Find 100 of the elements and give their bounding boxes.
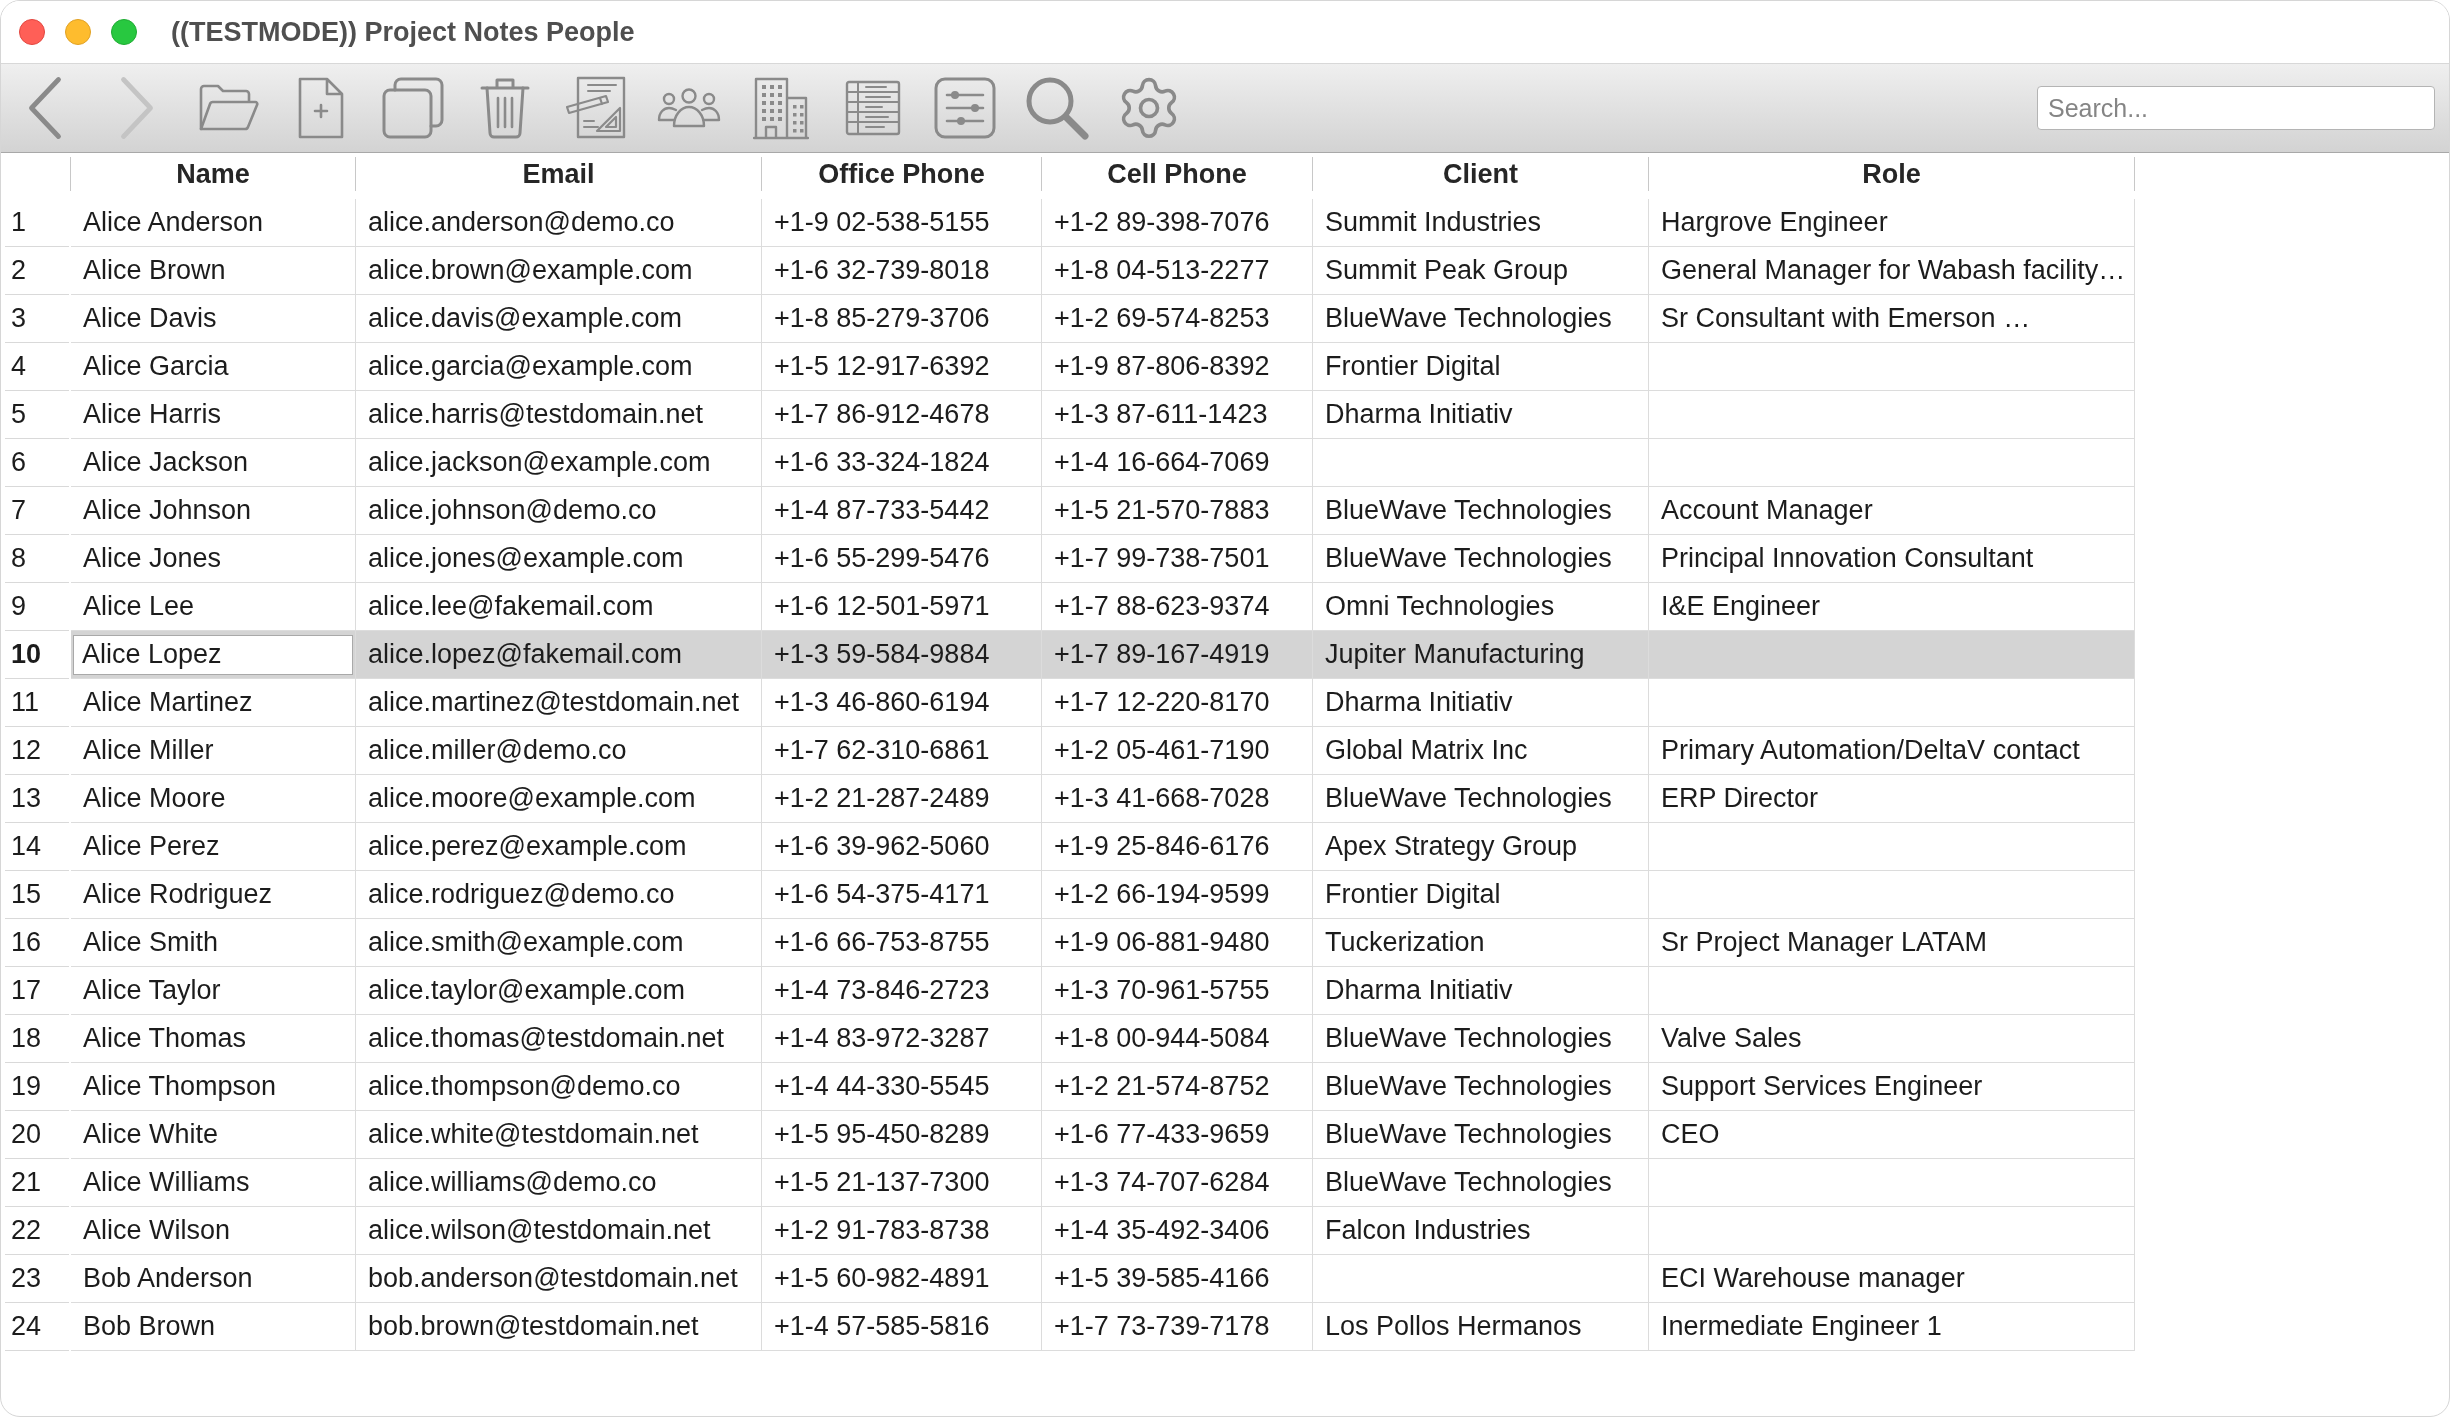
table-cell: alice.smith@example.com — [356, 919, 762, 966]
table-row[interactable]: Alice Martinez alice.martinez@testdomain.net +1-3 46-860-6194 +1-7 12-220-8170 Dharma Initiativ — [71, 679, 2135, 727]
row-number: 9 — [5, 583, 69, 631]
table-cell: Alice Johnson — [71, 487, 356, 534]
table-row[interactable]: Alice Johnson alice.johnson@demo.co +1-4 87-733-5442 +1-5 21-570-7883 BlueWave Technologies Account Manager — [71, 487, 2135, 535]
copy-icon — [381, 76, 445, 140]
row-number: 22 — [5, 1207, 69, 1255]
row-number: 19 — [5, 1063, 69, 1111]
row-number: 7 — [5, 487, 69, 535]
table-row[interactable]: Alice Taylor alice.taylor@example.com +1-4 73-846-2723 +1-3 70-961-5755 Dharma Initiativ — [71, 967, 2135, 1015]
table-cell: +1-8 00-944-5084 — [1042, 1015, 1313, 1062]
table-cell: +1-7 86-912-4678 — [762, 391, 1042, 438]
table-cell: alice.williams@demo.co — [356, 1159, 762, 1206]
table-row[interactable]: Alice Jackson alice.jackson@example.com +1-6 33-324-1824 +1-4 16-664-7069 — [71, 439, 2135, 487]
name-edit-field[interactable]: Alice Lopez — [73, 634, 353, 675]
table-row[interactable]: Bob Brown bob.brown@testdomain.net +1-4 57-585-5816 +1-7 73-739-7178 Los Pollos Hermanos Inermediate Engineer 1 — [71, 1303, 2135, 1351]
table-cell: +1-3 70-961-5755 — [1042, 967, 1313, 1014]
table-cell: alice.garcia@example.com — [356, 343, 762, 390]
table-cell: Alice Anderson — [71, 199, 356, 246]
table-cell: Alice Miller — [71, 727, 356, 774]
table-cell: +1-2 21-287-2489 — [762, 775, 1042, 822]
row-number: 16 — [5, 919, 69, 967]
table-cell: +1-7 99-738-7501 — [1042, 535, 1313, 582]
table-cell: +1-3 41-668-7028 — [1042, 775, 1313, 822]
table-cell: Alice Harris — [71, 391, 356, 438]
table-row[interactable]: Alice Moore alice.moore@example.com +1-2 21-287-2489 +1-3 41-668-7028 BlueWave Technologies ERP Director — [71, 775, 2135, 823]
table-cell: alice.davis@example.com — [356, 295, 762, 342]
chevron-left-icon — [27, 76, 63, 140]
table-row[interactable]: Alice Smith alice.smith@example.com +1-6 66-753-8755 +1-9 06-881-9480 Tuckerization Sr Project Manager LATAM — [71, 919, 2135, 967]
table-cell: Falcon Industries — [1313, 1207, 1649, 1254]
table-cell: +1-3 74-707-6284 — [1042, 1159, 1313, 1206]
people-icon — [657, 88, 721, 128]
table-cell: Alice Lee — [71, 583, 356, 630]
table-row[interactable]: Alice Davis alice.davis@example.com +1-8 85-279-3706 +1-2 69-574-8253 BlueWave Technologies Sr Consultant with Emerson … — [71, 295, 2135, 343]
table-row[interactable]: Alice Thompson alice.thompson@demo.co +1-4 44-330-5545 +1-2 21-574-8752 BlueWave Technologies Support Services Engineer — [71, 1063, 2135, 1111]
sliders-icon — [933, 76, 997, 140]
table-cell: Alice Jackson — [71, 439, 356, 486]
column-header[interactable]: Email — [356, 157, 762, 191]
table-cell: Inermediate Engineer 1 — [1649, 1303, 2135, 1350]
table-cell: +1-4 83-972-3287 — [762, 1015, 1042, 1062]
table-cell: +1-5 39-585-4166 — [1042, 1255, 1313, 1302]
table-cell: Principal Innovation Consultant — [1649, 535, 2135, 582]
zoom-button[interactable] — [111, 19, 137, 45]
table-row[interactable]: Alice Rodriguez alice.rodriguez@demo.co +1-6 54-375-4171 +1-2 66-194-9599 Frontier Digital — [71, 871, 2135, 919]
column-header[interactable]: Office Phone — [762, 157, 1042, 191]
table-cell: +1-4 87-733-5442 — [762, 487, 1042, 534]
table-cell: +1-2 66-194-9599 — [1042, 871, 1313, 918]
table-row[interactable]: Alice Williams alice.williams@demo.co +1-5 21-137-7300 +1-3 74-707-6284 BlueWave Technologies — [71, 1159, 2135, 1207]
table-cell: CEO — [1649, 1111, 2135, 1158]
table-row[interactable]: Alice White alice.white@testdomain.net +1-5 95-450-8289 +1-6 77-433-9659 BlueWave Technologies CEO — [71, 1111, 2135, 1159]
table-cell: Alice Jones — [71, 535, 356, 582]
table-cell: Alice Thompson — [71, 1063, 356, 1110]
table-cell: BlueWave Technologies — [1313, 1063, 1649, 1110]
column-header[interactable]: Role — [1649, 157, 2135, 191]
table-cell: Global Matrix Inc — [1313, 727, 1649, 774]
row-number: 4 — [5, 343, 69, 391]
table-row[interactable]: Alice Anderson alice.anderson@demo.co +1-9 02-538-5155 +1-2 89-398-7076 Summit Industries Hargrove Engineer — [71, 199, 2135, 247]
table-cell: +1-6 77-433-9659 — [1042, 1111, 1313, 1158]
table-row[interactable]: Alice Thomas alice.thomas@testdomain.net +1-4 83-972-3287 +1-8 00-944-5084 BlueWave Technologies Valve Sales — [71, 1015, 2135, 1063]
row-number: 1 — [5, 199, 69, 247]
row-number: 21 — [5, 1159, 69, 1207]
table-row[interactable]: Alice Jones alice.jones@example.com +1-6 55-299-5476 +1-7 99-738-7501 BlueWave Technologies Principal Innovation Consultant — [71, 535, 2135, 583]
table-cell: Alice Martinez — [71, 679, 356, 726]
row-number: 17 — [5, 967, 69, 1015]
table-row[interactable]: Alice Miller alice.miller@demo.co +1-7 62-310-6861 +1-2 05-461-7190 Global Matrix Inc Primary Automation/DeltaV contact — [71, 727, 2135, 775]
close-button[interactable] — [19, 19, 45, 45]
table-cell: +1-8 85-279-3706 — [762, 295, 1042, 342]
table-row[interactable]: Alice Lee alice.lee@fakemail.com +1-6 12-501-5971 +1-7 88-623-9374 Omni Technologies I&E Engineer — [71, 583, 2135, 631]
table-cell: Primary Automation/DeltaV contact — [1649, 727, 2135, 774]
table-row[interactable]: Alice Garcia alice.garcia@example.com +1-5 12-917-6392 +1-9 87-806-8392 Frontier Digital — [71, 343, 2135, 391]
search-field[interactable]: Search... — [2037, 86, 2435, 130]
table-cell: Account Manager — [1649, 487, 2135, 534]
table-cell: +1-2 21-574-8752 — [1042, 1063, 1313, 1110]
table-cell: +1-4 73-846-2723 — [762, 967, 1042, 1014]
row-number: 12 — [5, 727, 69, 775]
table-cell: BlueWave Technologies — [1313, 1015, 1649, 1062]
table-cell: General Manager for Wabash facility… — [1649, 247, 2135, 294]
table-cell: Valve Sales — [1649, 1015, 2135, 1062]
table-cell: Alice Williams — [71, 1159, 356, 1206]
table-cell: bob.anderson@testdomain.net — [356, 1255, 762, 1302]
table-cell: ECI Warehouse manager — [1649, 1255, 2135, 1302]
column-header[interactable]: Name — [71, 157, 356, 191]
table-row[interactable]: Alice Wilson alice.wilson@testdomain.net +1-2 91-783-8738 +1-4 35-492-3406 Falcon Industries — [71, 1207, 2135, 1255]
table-cell: +1-5 12-917-6392 — [762, 343, 1042, 390]
table-row[interactable]: Alice Harris alice.harris@testdomain.net +1-7 86-912-4678 +1-3 87-611-1423 Dharma Initiativ — [71, 391, 2135, 439]
table-cell: Dharma Initiativ — [1313, 967, 1649, 1014]
table-cell: alice.thompson@demo.co — [356, 1063, 762, 1110]
table-row[interactable]: Alice Lopez alice.lopez@fakemail.com +1-3 59-584-9884 +1-7 89-167-4919 Jupiter Manufacturing — [71, 631, 2135, 679]
table-cell: BlueWave Technologies — [1313, 535, 1649, 582]
row-number: 24 — [5, 1303, 69, 1351]
table-row[interactable]: Alice Perez alice.perez@example.com +1-6 39-962-5060 +1-9 25-846-6176 Apex Strategy Group — [71, 823, 2135, 871]
column-header[interactable]: Client — [1313, 157, 1649, 191]
table-row[interactable]: Bob Anderson bob.anderson@testdomain.net +1-5 60-982-4891 +1-5 39-585-4166 ECI Warehouse manager — [71, 1255, 2135, 1303]
table-cell: +1-6 33-324-1824 — [762, 439, 1042, 486]
table-cell: +1-6 12-501-5971 — [762, 583, 1042, 630]
table-row[interactable]: Alice Brown alice.brown@example.com +1-6 32-739-8018 +1-8 04-513-2277 Summit Peak Group General Manager for Wabash facility… — [71, 247, 2135, 295]
column-header[interactable]: Cell Phone — [1042, 157, 1313, 191]
minimize-button[interactable] — [65, 19, 91, 45]
table-cell: +1-4 44-330-5545 — [762, 1063, 1042, 1110]
table-cell: Jupiter Manufacturing — [1313, 631, 1649, 678]
